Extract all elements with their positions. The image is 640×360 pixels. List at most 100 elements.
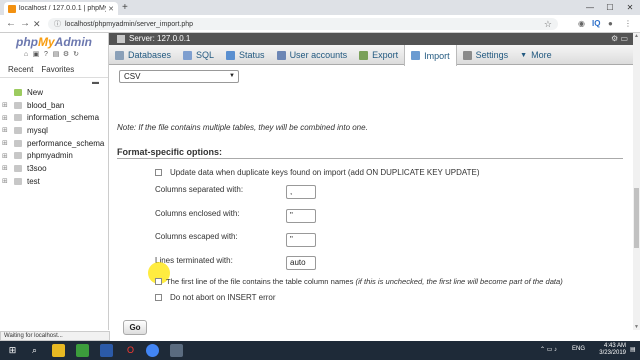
browser-status: Waiting for localhost... [0, 331, 110, 341]
sidebar-item-database[interactable]: ⊞ blood_ban [2, 99, 108, 112]
database-label: performance_schema [27, 138, 105, 148]
url-field[interactable]: ⓘ localhost/phpmyadmin/server_import.php… [48, 18, 558, 30]
browser-menu-icon[interactable]: ⋮ [624, 18, 632, 30]
tab-sql[interactable]: SQL [177, 45, 220, 65]
app-icon[interactable] [76, 344, 89, 357]
home-icon[interactable]: ⌂ [22, 51, 30, 59]
page-scrollbar[interactable]: ▲ ▼ [633, 33, 640, 330]
sidebar-item-database[interactable]: ⊞ t3soo [2, 162, 108, 175]
expand-icon[interactable]: ⊞ [2, 152, 12, 160]
sidebar-item-database[interactable]: ⊞ mysql [2, 124, 108, 137]
settings-gear-icon[interactable]: ⚙ [62, 51, 70, 59]
info-icon[interactable]: ⓘ [54, 19, 61, 29]
profile-icon[interactable]: ● [608, 18, 613, 30]
expand-icon[interactable]: ⊞ [2, 177, 12, 185]
browser-tab[interactable]: localhost / 127.0.0.1 | phpMyAdmin ✕ [4, 2, 118, 15]
language-indicator[interactable]: ENG [572, 346, 585, 352]
stop-loading-icon[interactable]: ✕ [33, 18, 41, 30]
first-line-checkbox[interactable] [155, 278, 162, 285]
format-options-title: Format-specific options: [117, 147, 223, 157]
sql-docs-icon[interactable]: ▤ [52, 51, 60, 59]
expand-icon[interactable]: ⊞ [2, 164, 12, 172]
tab-databases[interactable]: Databases [109, 45, 177, 65]
extension-iq-icon[interactable]: IQ [592, 18, 600, 30]
sidebar-item-new[interactable]: New [2, 86, 108, 99]
clock[interactable]: 4:43 AM 3/23/2019 [599, 343, 626, 357]
tab-more[interactable]: ▼ More [514, 45, 557, 65]
tab-favorites[interactable]: Favorites [41, 65, 74, 74]
scroll-down-icon[interactable]: ▼ [633, 324, 640, 330]
lines-terminated-input[interactable]: auto [286, 256, 316, 270]
docs-icon[interactable]: ? [42, 51, 50, 59]
windows-start-icon[interactable]: ⊞ [6, 344, 19, 357]
phpmyadmin-logo[interactable]: phpMyAdmin [16, 35, 92, 49]
enclosed-label: Columns enclosed with: [155, 209, 240, 218]
wrench-icon [462, 50, 472, 60]
database-icon [14, 101, 22, 109]
first-line-label: The first line of the file contains the … [166, 277, 354, 286]
first-line-option[interactable]: The first line of the file contains the … [155, 277, 563, 286]
scrollbar-thumb[interactable] [634, 188, 639, 248]
search-icon[interactable]: ⌕ [28, 344, 41, 357]
scroll-up-icon[interactable]: ▲ [633, 33, 640, 39]
database-icon [14, 152, 22, 160]
tab-label: More [531, 50, 552, 60]
tab-recent[interactable]: Recent [8, 65, 33, 74]
bookmark-star-icon[interactable]: ☆ [544, 19, 552, 30]
go-button[interactable]: Go [123, 320, 147, 335]
new-tab-icon[interactable]: + [122, 2, 128, 13]
minimize-icon[interactable]: — [580, 0, 600, 15]
app-icon[interactable] [100, 344, 113, 357]
tab-settings[interactable]: Settings [457, 45, 515, 65]
top-menu: Databases SQL Status User accounts Expor… [109, 45, 634, 66]
server-title[interactable]: Server: 127.0.0.1 [129, 34, 190, 43]
database-icon [14, 177, 22, 185]
server-icon [117, 35, 125, 43]
clock-time: 4:43 AM [603, 343, 626, 349]
opera-icon[interactable]: O [124, 344, 137, 357]
browser-tab-bar: localhost / 127.0.0.1 | phpMyAdmin ✕ + —… [0, 0, 640, 15]
format-select[interactable]: CSV ▼ [119, 70, 239, 83]
no-abort-option[interactable]: Do not abort on INSERT error [155, 293, 276, 302]
tab-import[interactable]: Import [404, 45, 457, 66]
columns-separated-input[interactable]: , [286, 185, 316, 199]
sidebar-item-database[interactable]: ⊞ information_schema [2, 111, 108, 124]
tab-status[interactable]: Status [220, 45, 271, 65]
close-tab-icon[interactable]: ✕ [108, 5, 114, 13]
notifications-icon[interactable]: ▤ [630, 346, 636, 353]
tray-icons[interactable]: ⌃ ▭ ♪ [540, 346, 557, 353]
tab-label: Databases [128, 50, 172, 60]
forward-icon[interactable]: → [20, 18, 30, 30]
sidebar-item-database[interactable]: ⊞ phpmyadmin [2, 149, 108, 162]
sidebar-item-database[interactable]: ⊞ performance_schema [2, 137, 108, 150]
update-duplicate-option[interactable]: Update data when duplicate keys found on… [155, 168, 479, 177]
close-window-icon[interactable]: ✕ [620, 0, 640, 15]
expand-icon[interactable]: ⊞ [2, 114, 12, 122]
tab-user-accounts[interactable]: User accounts [271, 45, 354, 65]
expand-icon[interactable]: ⊞ [2, 101, 12, 109]
address-bar-row: ← → ✕ ⓘ localhost/phpmyadmin/server_impo… [0, 15, 640, 33]
columns-enclosed-input[interactable]: " [286, 209, 316, 223]
exit-icon[interactable]: ▣ [32, 51, 40, 59]
back-icon[interactable]: ← [6, 18, 16, 30]
reload-icon[interactable]: ↻ [72, 51, 80, 59]
tab-export[interactable]: Export [353, 45, 404, 65]
no-abort-checkbox[interactable] [155, 294, 162, 301]
expand-icon[interactable]: ⊞ [2, 139, 12, 147]
database-label: mysql [27, 125, 48, 135]
app-icon[interactable] [170, 344, 183, 357]
update-duplicate-checkbox[interactable] [155, 169, 162, 176]
database-label: test [27, 176, 40, 186]
maximize-icon[interactable]: ☐ [600, 0, 620, 15]
fieldset-border [117, 158, 623, 159]
expand-icon[interactable]: ⊞ [2, 126, 12, 134]
collapse-all-icon[interactable]: ▬ [92, 79, 99, 86]
file-explorer-icon[interactable] [52, 344, 65, 357]
database-tree: New ⊞ blood_ban ⊞ information_schema ⊞ mysq… [2, 86, 108, 188]
extension-icon[interactable]: ◉ [578, 18, 585, 30]
chrome-icon[interactable] [146, 344, 159, 357]
sidebar-item-database[interactable]: ⊞ test [2, 175, 108, 188]
database-label: information_schema [27, 113, 100, 123]
columns-escaped-input[interactable]: " [286, 233, 316, 247]
panel-settings-icon[interactable]: ⚙ ▭ [611, 33, 628, 45]
